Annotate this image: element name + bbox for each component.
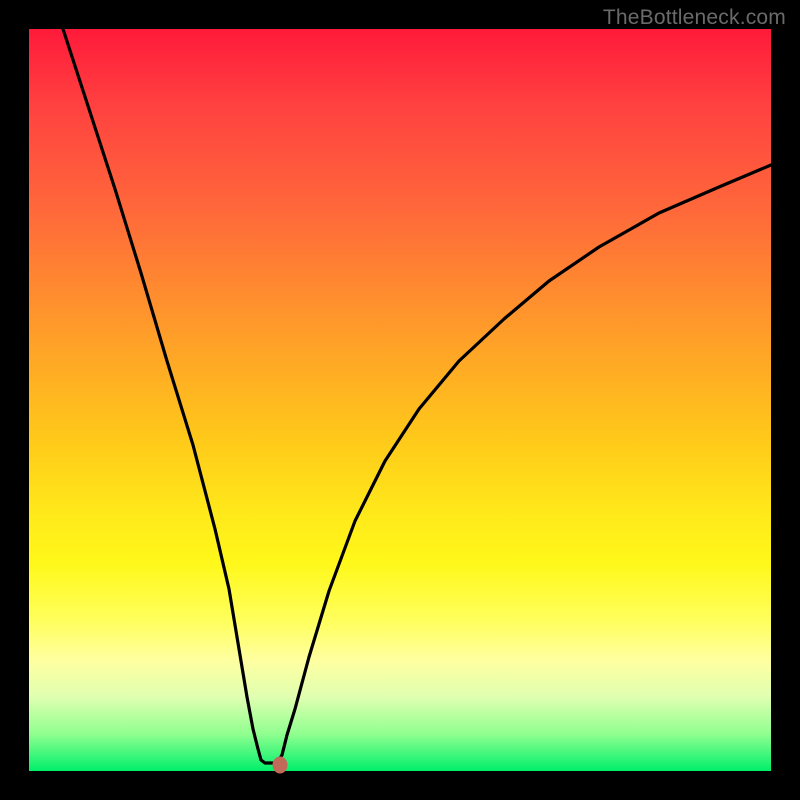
chart-frame: TheBottleneck.com (0, 0, 800, 800)
plot-area (29, 29, 771, 771)
watermark-text: TheBottleneck.com (603, 6, 786, 30)
optimal-point-marker (273, 757, 288, 774)
bottleneck-curve (29, 29, 771, 771)
curve-path (63, 29, 771, 763)
